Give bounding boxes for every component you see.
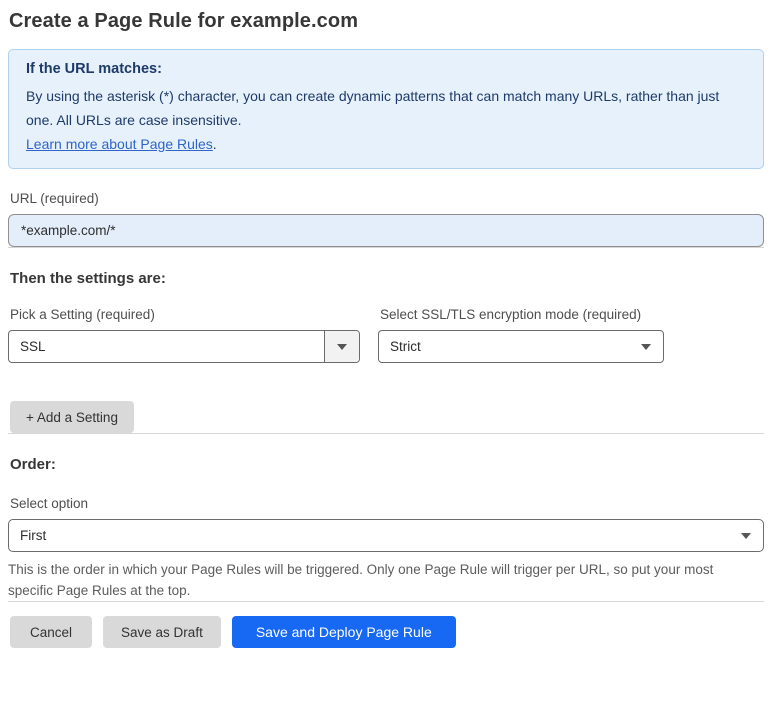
order-value: First [20,528,47,543]
setting-picker-value: SSL [20,339,46,354]
ssl-mode-field: Select SSL/TLS encryption mode (required… [378,307,664,363]
page-title: Create a Page Rule for example.com [9,10,359,32]
setting-picker-arrow-button[interactable] [324,331,359,362]
learn-more-link[interactable]: Learn more about Page Rules [26,136,213,152]
order-section-heading: Order: [10,456,56,473]
settings-section-heading: Then the settings are: [10,270,166,287]
url-input[interactable] [8,214,764,247]
setting-picker-dropdown[interactable]: SSL [8,330,360,363]
info-box-body: By using the asterisk (*) character, you… [26,88,720,128]
ssl-mode-arrow [628,331,663,362]
url-match-info-box: If the URL matches: By using the asteris… [8,49,764,169]
footer-divider [8,601,764,602]
cancel-button[interactable]: Cancel [10,616,93,648]
save-and-deploy-button[interactable]: Save and Deploy Page Rule [231,616,456,648]
info-box-heading: If the URL matches: [26,61,162,77]
ssl-mode-value: Strict [390,339,421,354]
setting-picker-label: Pick a Setting (required) [10,307,155,322]
chevron-down-icon [640,343,651,350]
section-divider [8,433,764,434]
info-box-link-row: Learn more about Page Rules. [26,132,746,156]
url-label: URL (required) [10,191,99,206]
order-select-label: Select option [10,496,89,511]
order-help-text: This is the order in which your Page Rul… [8,562,714,598]
order-dropdown[interactable]: First [8,519,764,552]
footer-actions: Cancel Save as Draft Save and Deploy Pag… [10,616,764,648]
settings-row: Pick a Setting (required) SSL Select SSL… [8,307,764,363]
chevron-down-icon [337,343,347,350]
setting-picker-field: Pick a Setting (required) SSL [8,307,360,363]
section-divider [8,247,764,248]
ssl-mode-label: Select SSL/TLS encryption mode (required… [380,307,642,322]
save-as-draft-button[interactable]: Save as Draft [103,616,221,648]
create-page-rule-form: Create a Page Rule for example.com If th… [0,0,772,648]
chevron-down-icon [740,532,751,539]
add-setting-button[interactable]: + Add a Setting [10,401,134,433]
ssl-mode-dropdown[interactable]: Strict [378,330,664,363]
order-arrow [728,520,763,551]
link-suffix: . [212,136,217,152]
